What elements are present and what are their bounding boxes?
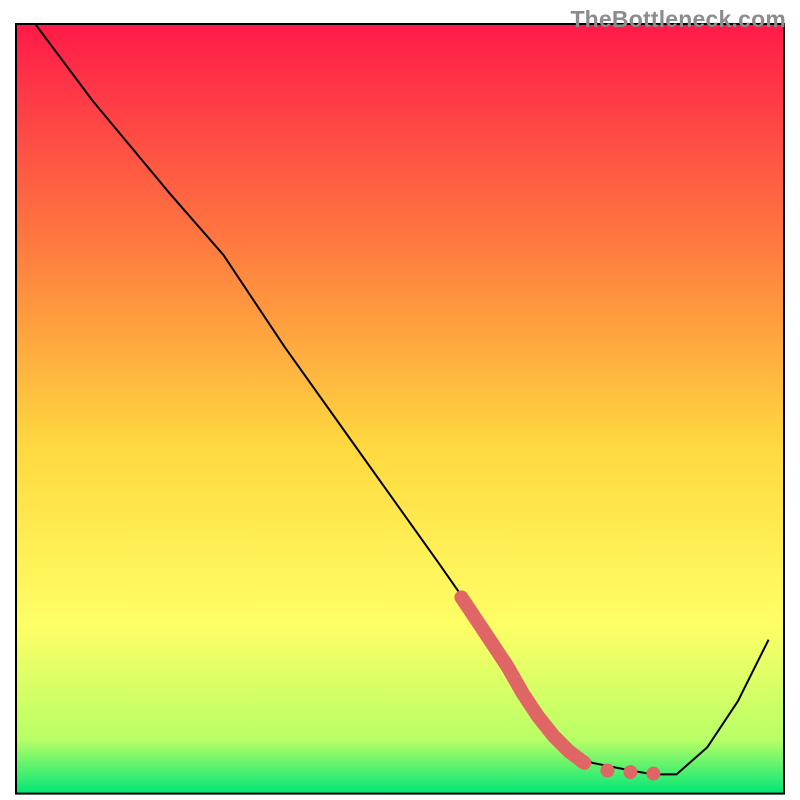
attribution-text: TheBottleneck.com: [570, 6, 786, 33]
chart-background: [16, 24, 784, 794]
highlight-dot: [600, 764, 614, 778]
highlight-dot: [623, 765, 637, 779]
highlight-dot: [577, 756, 591, 770]
chart-stage: TheBottleneck.com: [0, 0, 800, 800]
highlight-dot: [646, 767, 660, 781]
chart-svg: [0, 0, 800, 800]
